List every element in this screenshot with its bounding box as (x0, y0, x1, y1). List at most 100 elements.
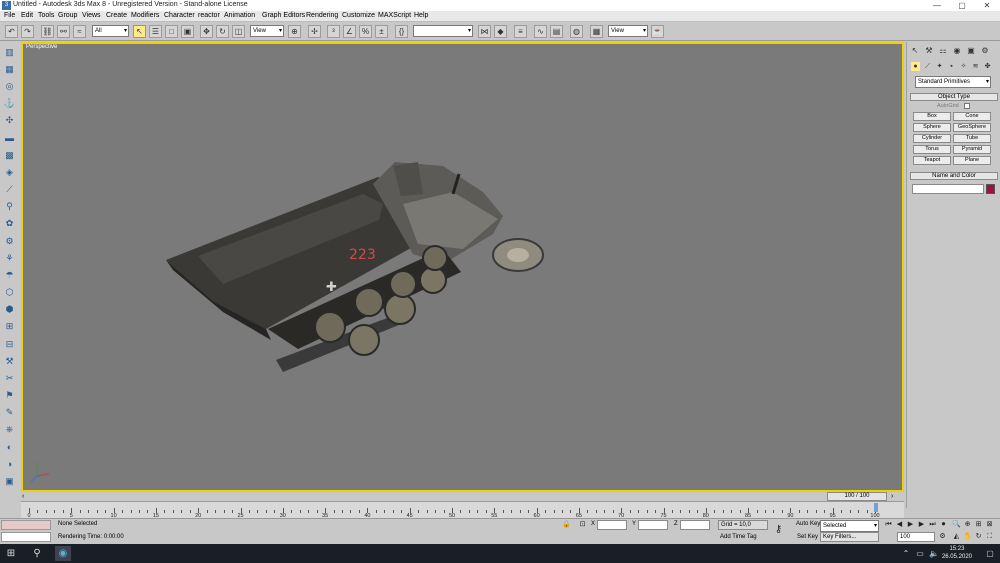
maximize-viewport-icon[interactable]: ⛶ (985, 532, 994, 541)
autogrid-checkbox[interactable] (964, 103, 970, 109)
snaps-toggle-icon[interactable]: ³ (327, 25, 340, 38)
zoom-icon[interactable]: 🔍 (952, 520, 961, 529)
tool-icon-5[interactable]: ✣ (3, 114, 16, 127)
align-icon[interactable]: ◆ (494, 25, 507, 38)
time-slider-thumb[interactable]: 100 / 100 (827, 492, 887, 501)
tool-icon-21[interactable]: ⚑ (3, 389, 16, 402)
menu-animation[interactable]: Animation (224, 12, 255, 19)
search-icon[interactable]: ⚲ (29, 546, 45, 561)
orbit-icon[interactable]: ↻ (974, 532, 983, 541)
goto-end-icon[interactable]: ⏭ (928, 520, 937, 529)
helpers-icon[interactable]: ✧ (959, 62, 968, 71)
select-scale-icon[interactable]: ◫ (232, 25, 245, 38)
shapes-icon[interactable]: ⟋ (923, 62, 932, 71)
bind-spacewarp-icon[interactable]: ≈ (73, 25, 86, 38)
tool-icon-18[interactable]: ⊟ (3, 338, 16, 351)
zoom-extents-all-icon[interactable]: ⊠ (985, 520, 994, 529)
rect-selection-icon[interactable]: □ (165, 25, 178, 38)
minimize-button[interactable]: — (926, 0, 948, 11)
named-selection-dropdown[interactable]: ▾ (413, 25, 473, 37)
display-tab-icon[interactable]: ▣ (965, 45, 977, 56)
tool-icon-17[interactable]: ⊞ (3, 320, 16, 333)
mirror-icon[interactable]: ⋈ (478, 25, 491, 38)
lights-icon[interactable]: ✦ (935, 62, 944, 71)
tool-icon-24[interactable]: ◐ (3, 441, 16, 454)
maxscript-output[interactable] (1, 532, 51, 542)
play-icon[interactable]: ▶ (906, 520, 915, 529)
maxscript-listener-input[interactable] (1, 520, 51, 530)
tool-icon-4[interactable]: ⚓ (3, 97, 16, 110)
menu-customize[interactable]: Customize (342, 12, 375, 19)
spacewarps-icon[interactable]: ≋ (971, 62, 980, 71)
menu-graph-editors[interactable]: Graph Editors (262, 12, 305, 19)
object-type-rollout-header[interactable]: Object Type (910, 93, 998, 101)
maximize-button[interactable]: ▢ (951, 0, 973, 11)
tool-icon-2[interactable]: ▦ (3, 63, 16, 76)
track-bar[interactable]: 0 5 10 15 20 25 30 35 40 45 50 55 60 65 70 75 80 85 90 95 10… (21, 501, 904, 519)
menu-modifiers[interactable]: Modifiers (131, 12, 159, 19)
time-config-icon[interactable]: ⚙ (938, 532, 947, 541)
menu-create[interactable]: Create (106, 12, 127, 19)
menu-character[interactable]: Character (164, 12, 195, 19)
tool-icon-19[interactable]: ⚒ (3, 355, 16, 368)
manipulate-icon[interactable]: ✢ (308, 25, 321, 38)
lock-selection-icon[interactable]: 🔒 (562, 520, 571, 529)
close-button[interactable]: ✕ (976, 0, 998, 11)
auto-key-button[interactable]: Auto Key (796, 521, 820, 527)
z-coordinate-input[interactable] (680, 520, 710, 530)
undo-icon[interactable]: ↶ (5, 25, 18, 38)
app-3dsmax-icon[interactable]: ◉ (55, 546, 71, 561)
curve-editor-icon[interactable]: ∿ (534, 25, 547, 38)
plane-button[interactable]: Plane (953, 156, 991, 165)
tool-icon-3[interactable]: ◎ (3, 80, 16, 93)
menu-tools[interactable]: Tools (38, 12, 54, 19)
tool-icon-1[interactable]: ▥ (3, 46, 16, 59)
tool-icon-23[interactable]: ⎈ (3, 423, 16, 436)
motion-tab-icon[interactable]: ◉ (951, 45, 963, 56)
start-icon[interactable]: ⊞ (3, 546, 19, 561)
pivot-center-icon[interactable]: ⊕ (288, 25, 301, 38)
tool-icon-15[interactable]: ⬡ (3, 286, 16, 299)
volume-icon[interactable]: 🔈 (926, 546, 942, 561)
tool-icon-16[interactable]: ⬢ (3, 303, 16, 316)
tool-icon-22[interactable]: ✎ (3, 406, 16, 419)
render-scene-icon[interactable]: ▦ (590, 25, 603, 38)
perspective-viewport[interactable]: Perspective ✚ 223 (21, 42, 904, 492)
hierarchy-tab-icon[interactable]: ⚏ (937, 45, 949, 56)
next-frame-icon[interactable]: › (891, 493, 893, 500)
sphere-button[interactable]: Sphere (913, 123, 951, 132)
select-rotate-icon[interactable]: ↻ (216, 25, 229, 38)
key-icon[interactable]: ⚷ (774, 525, 783, 535)
select-link-icon[interactable]: ⛓ (41, 25, 54, 38)
menu-edit[interactable]: Edit (21, 12, 33, 19)
select-move-icon[interactable]: ✥ (200, 25, 213, 38)
pan-icon[interactable]: ✋ (963, 532, 972, 541)
geometry-icon[interactable]: ● (911, 62, 920, 71)
box-button[interactable]: Box (913, 112, 951, 121)
object-color-swatch[interactable] (986, 184, 995, 194)
menu-group[interactable]: Group (58, 12, 77, 19)
geosphere-button[interactable]: GeoSphere (953, 123, 991, 132)
tool-icon-25[interactable]: ◑ (3, 458, 16, 471)
layer-manager-icon[interactable]: ≡ (514, 25, 527, 38)
cone-button[interactable]: Cone (953, 112, 991, 121)
menu-reactor[interactable]: reactor (198, 12, 220, 19)
prev-key-icon[interactable]: ◀ (895, 520, 904, 529)
pyramid-button[interactable]: Pyramid (953, 145, 991, 154)
menu-rendering[interactable]: Rendering (306, 12, 338, 19)
taskbar-clock[interactable]: 15:23 26.05.2020 (942, 545, 972, 561)
tool-icon-20[interactable]: ✂ (3, 372, 16, 385)
menu-maxscript[interactable]: MAXScript (378, 12, 411, 19)
next-key-icon[interactable]: ▶ (917, 520, 926, 529)
angle-snap-icon[interactable]: ∠ (343, 25, 356, 38)
modify-tab-icon[interactable]: ⚒ (923, 45, 935, 56)
zoom-extents-icon[interactable]: ⊞ (974, 520, 983, 529)
edit-named-selection-icon[interactable]: {} (395, 25, 408, 38)
name-color-rollout-header[interactable]: Name and Color (910, 172, 998, 180)
cameras-icon[interactable]: ▪ (947, 62, 956, 71)
render-type-dropdown[interactable]: View ▾ (608, 25, 648, 37)
selection-filter-dropdown[interactable]: All ▾ (92, 25, 129, 37)
notification-icon[interactable]: ▢ (982, 546, 998, 561)
tool-icon-6[interactable]: ▬ (3, 132, 16, 145)
redo-icon[interactable]: ↷ (21, 25, 34, 38)
